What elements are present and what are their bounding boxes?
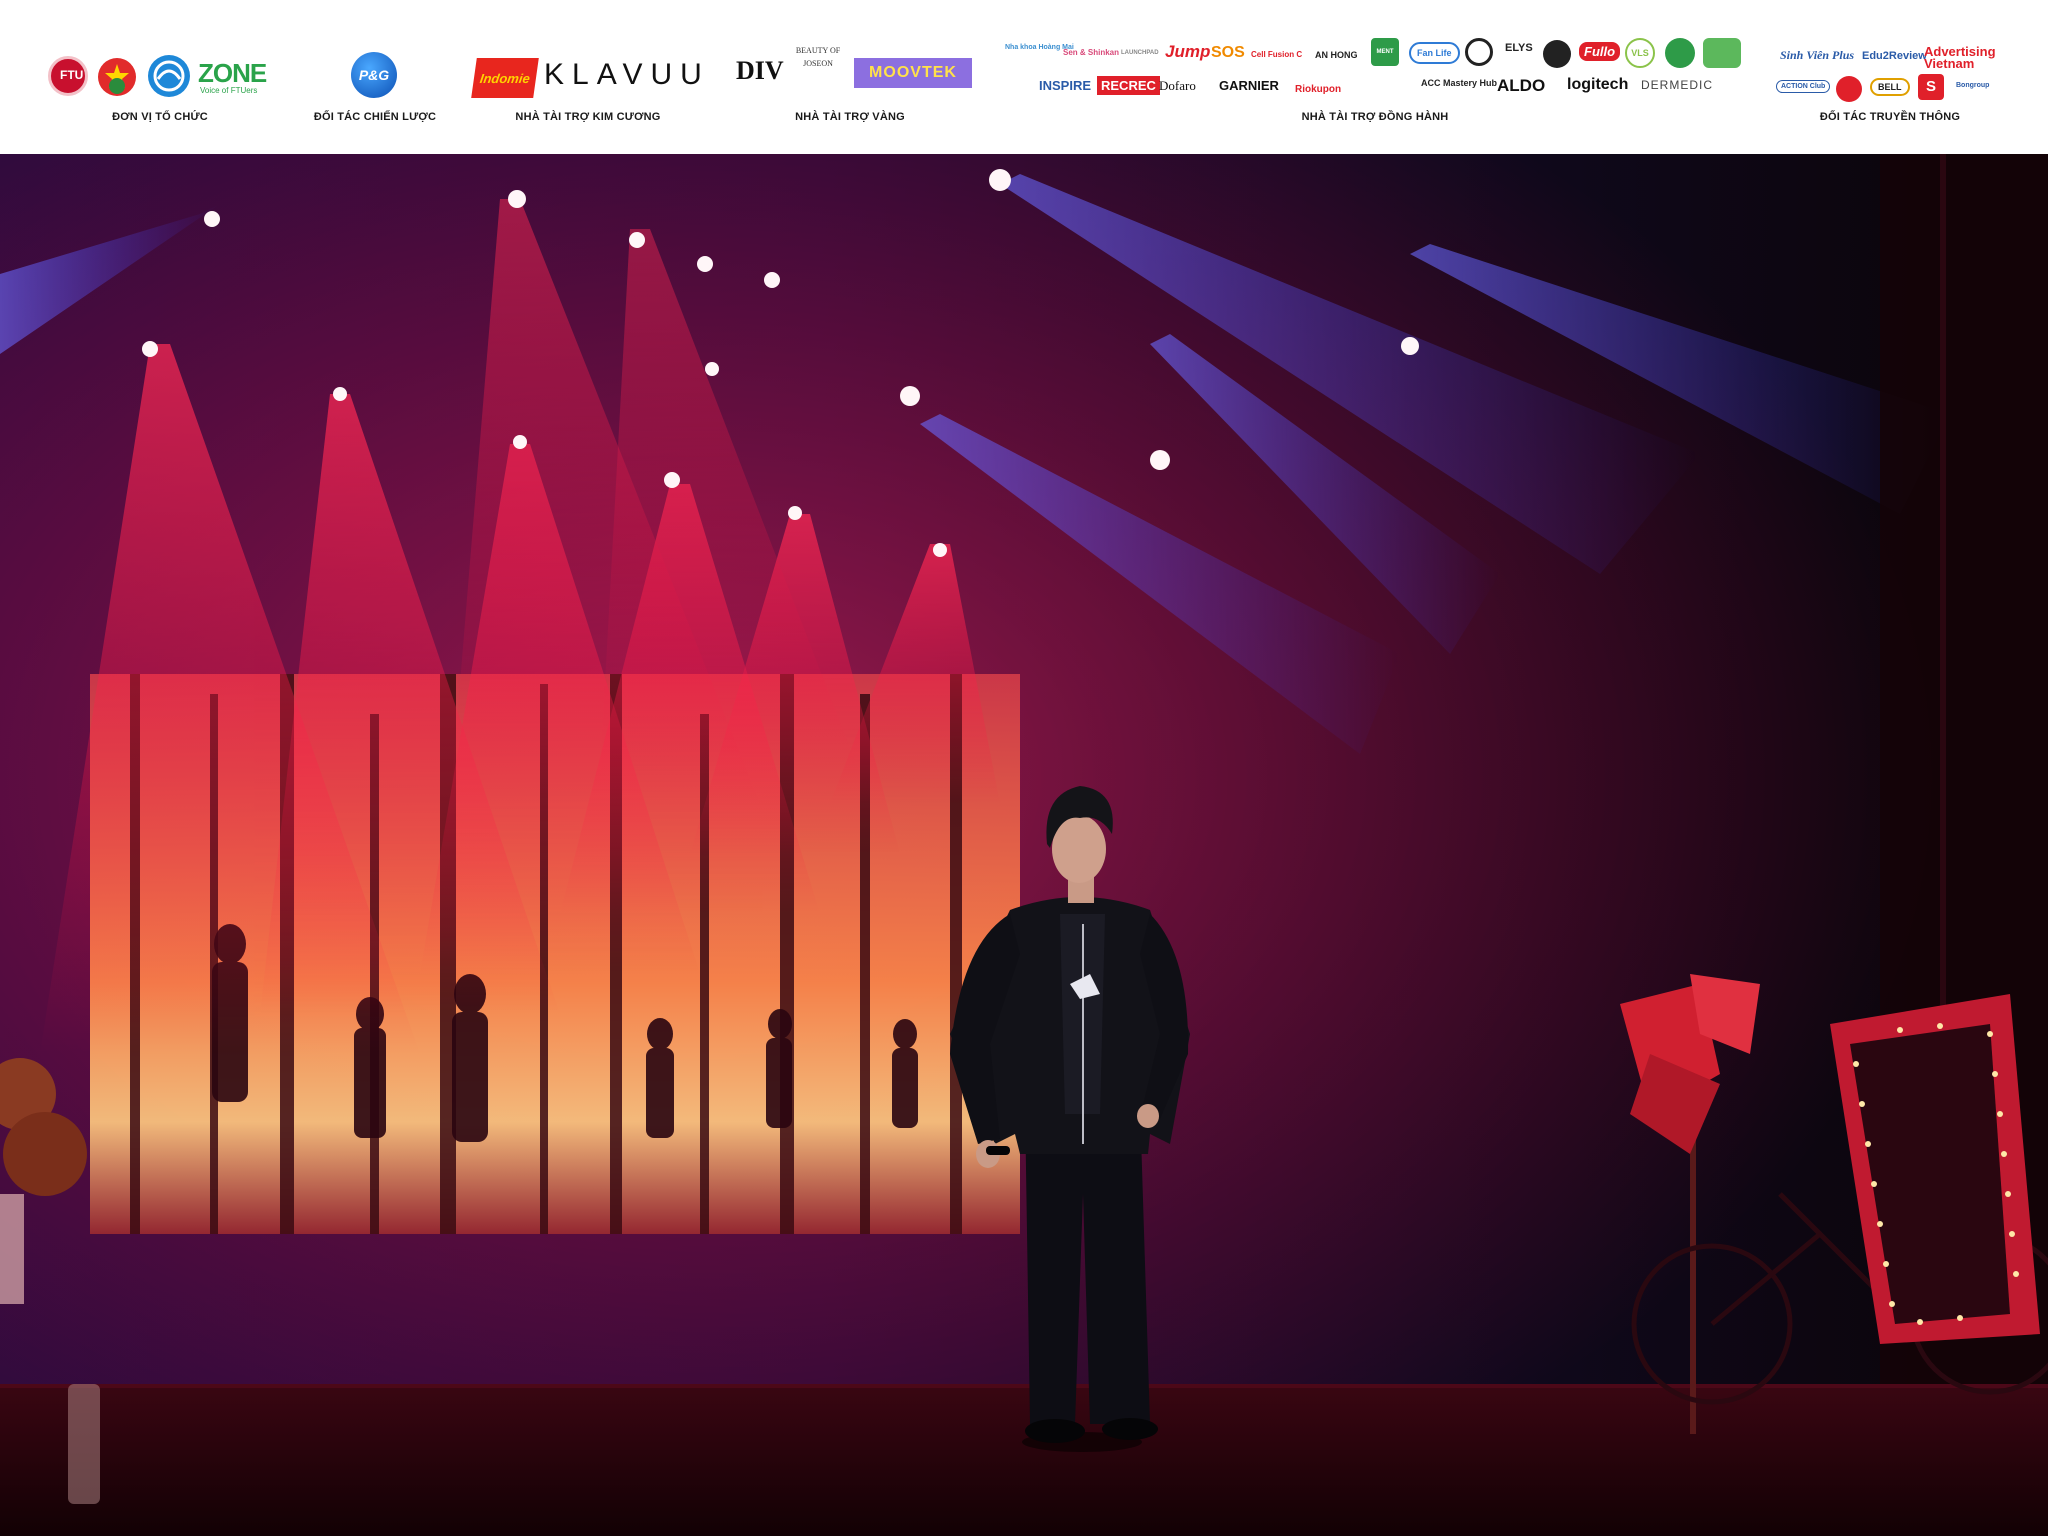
div-logo: DIV — [736, 56, 784, 85]
media-logo: Sinh Viên Plus — [1780, 48, 1855, 62]
media-logo: BELL — [1870, 78, 1910, 96]
sponsor-logo — [1665, 38, 1695, 68]
media-logo: ACTION Club — [1776, 80, 1831, 93]
pg-logo: P&G — [351, 52, 397, 98]
sponsor-logo: Riokupon — [1295, 84, 1342, 95]
media-partner-group: Sinh Viên Plus Edu2Review Advertising Vi… — [1770, 0, 2010, 154]
media-logo: Bongroup — [1956, 82, 1990, 89]
ftu-zone-logo: ZONE Voice of FTUers — [198, 58, 267, 95]
curtain-fold — [1940, 154, 1946, 1154]
strategic-partner-caption: ĐỐI TÁC CHIẾN LƯỢC — [313, 111, 437, 123]
doan-logo — [96, 52, 138, 98]
media-logo: Edu2Review — [1862, 50, 1927, 62]
sponsor-logo: GARNIER — [1219, 78, 1279, 93]
sponsor-logo: Fullo — [1579, 42, 1621, 61]
companion-sponsor-group: Nha khoa Hoàng Mai Sen & Shinkan LAUNCHP… — [1005, 0, 1745, 154]
moovtek-logo: MOOVTEK — [854, 58, 972, 88]
sponsor-logo: ALDO — [1497, 76, 1546, 95]
sponsor-logo: RECREC — [1097, 76, 1160, 95]
sponsor-logo: ELYS — [1505, 42, 1533, 54]
sponsor-logo: VLS — [1625, 38, 1655, 68]
water-bottle — [68, 1384, 100, 1504]
sponsor-logo: Dofaro — [1159, 78, 1196, 93]
stage-photo — [0, 154, 2048, 1536]
sponsor-logo: SOS — [1211, 44, 1245, 61]
sponsor-logo: MENT — [1371, 38, 1399, 66]
sponsor-logo: Jump — [1165, 42, 1211, 61]
media-logo: Advertising Vietnam — [1924, 44, 1996, 71]
organizer-group: FTU ZONE Voice of FTUers ĐƠN VỊ TỔ CHỨC — [40, 0, 280, 154]
companion-logos-row-1: Nha khoa Hoàng Mai Sen & Shinkan LAUNCHP… — [1005, 34, 1745, 68]
sponsor-logo: ACC Mastery Hub — [1421, 78, 1498, 88]
sponsor-logo — [1703, 38, 1741, 68]
media-logo: S — [1918, 74, 1944, 100]
sponsor-logo: INSPIRE — [1039, 78, 1092, 93]
sponsor-logo — [1543, 40, 1571, 68]
sponsor-logo: LAUNCHPAD — [1121, 50, 1159, 56]
ftu-logo: FTU — [48, 56, 88, 96]
stage-floor — [0, 1384, 2048, 1536]
sponsor-logo: DERMEDIC — [1641, 78, 1714, 92]
hoi-sv-logo — [148, 55, 190, 97]
sponsor-header: FTU ZONE Voice of FTUers ĐƠN VỊ TỔ CHỨC … — [0, 0, 2048, 154]
sponsor-logo: logitech — [1567, 76, 1629, 93]
companion-logos-row-2: INSPIRE RECREC Dofaro GARNIER Riokupon A… — [1005, 74, 1745, 104]
sponsor-logo: AN HONG — [1315, 50, 1358, 60]
diamond-sponsor-caption: NHÀ TÀI TRỢ KIM CƯƠNG — [515, 111, 661, 123]
klavuu-logo: KLAVUU — [544, 58, 710, 91]
media-logo — [1836, 76, 1862, 102]
diamond-sponsor-group: Indomie KLAVUU NHÀ TÀI TRỢ KIM CƯƠNG — [470, 0, 706, 154]
sponsor-logo: Fan Life — [1409, 42, 1460, 64]
media-partner-caption: ĐỐI TÁC TRUYỀN THÔNG — [1819, 111, 1961, 123]
organizer-caption: ĐƠN VỊ TỔ CHỨC — [112, 111, 208, 123]
sponsor-logo: Cell Fusion C — [1251, 50, 1303, 59]
beauty-of-joseon-logo: BEAUTY OF JOSEON — [795, 46, 841, 68]
strategic-partner-group: P&G ĐỐI TÁC CHIẾN LƯỢC — [300, 0, 450, 154]
gold-sponsor-group: DIV BEAUTY OF JOSEON MOOVTEK NHÀ TÀI TRỢ… — [730, 0, 972, 154]
sponsor-logo — [1465, 38, 1493, 66]
sponsor-logo: Sen & Shinkan — [1063, 48, 1120, 57]
gold-sponsor-caption: NHÀ TÀI TRỢ VÀNG — [795, 111, 905, 123]
indomie-logo: Indomie — [471, 58, 539, 98]
companion-sponsor-caption: NHÀ TÀI TRỢ ĐỒNG HÀNH — [1301, 111, 1449, 123]
